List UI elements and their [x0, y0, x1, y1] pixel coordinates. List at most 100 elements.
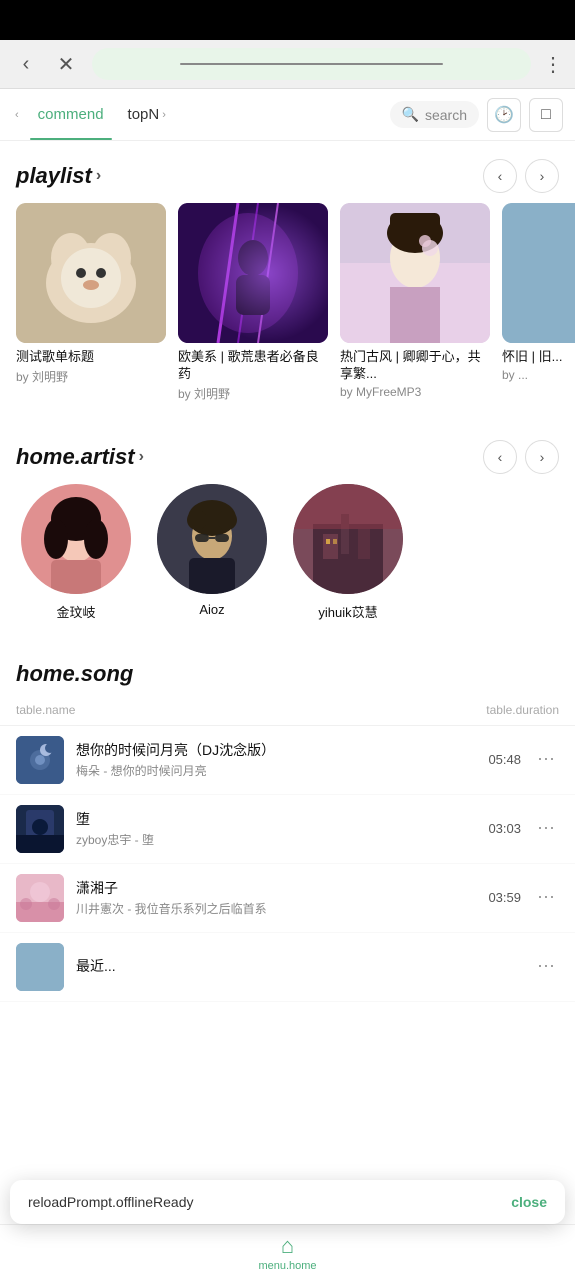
more-button[interactable]: ⋮ [543, 52, 563, 77]
artist-avatar-1 [157, 484, 267, 594]
playlist-info-1: 欧美系 | 歌荒患者必备良药 by 刘明野 [178, 349, 328, 402]
song-more-0[interactable]: ⋯ [533, 745, 559, 774]
tab-chevron-right: › [162, 109, 166, 121]
tab-topn[interactable]: topN › [120, 89, 177, 140]
history-icon: 🕑 [494, 105, 514, 125]
list-item[interactable]: 金玟岐 [16, 484, 136, 621]
playlist-title-1: 欧美系 | 歌荒患者必备良药 [178, 349, 328, 383]
layout-button[interactable]: □ [529, 98, 563, 132]
playlist-thumb-1 [178, 203, 328, 343]
table-header: table.name table.duration [0, 699, 575, 726]
song-thumb-0 [16, 736, 64, 784]
artist-prev-button[interactable]: ‹ [483, 440, 517, 474]
playlist-author-2: by MyFreeMP3 [340, 385, 490, 399]
divider-1 [0, 402, 575, 422]
table-row[interactable]: 潇湘子 川井憲次 - 我位音乐系列之后临首系 03:59 ⋯ [0, 864, 575, 933]
song-info-0: 想你的时候问月亮（DJ沈念版） 梅朵 - 想你的时候问月亮 [76, 740, 476, 779]
list-item[interactable]: Aioz [152, 484, 272, 621]
list-item[interactable]: 欧美系 | 歌荒患者必备良药 by 刘明野 [178, 203, 328, 402]
artist-name-0: 金玟岐 [56, 602, 95, 621]
song-artist-0: 梅朵 - 想你的时候问月亮 [76, 762, 476, 779]
offline-close-button[interactable]: close [511, 1194, 547, 1210]
close-button[interactable]: ✕ [52, 50, 80, 78]
nav-home-label: menu.home [258, 1260, 316, 1272]
playlist-author-1: by 刘明野 [178, 385, 328, 402]
artist-scroll: 金玟岐 Aioz [0, 484, 575, 621]
tab-bar: ‹ commend topN › 🔍 search 🕑 □ [0, 89, 575, 141]
table-row[interactable]: 想你的时候问月亮（DJ沈念版） 梅朵 - 想你的时候问月亮 05:48 ⋯ [0, 726, 575, 795]
song-info-1: 堕 zyboy忠宇 - 堕 [76, 809, 476, 848]
search-box[interactable]: 🔍 search [390, 101, 479, 128]
divider-2 [0, 621, 575, 641]
playlist-info-3: 怀旧 | 旧... by ... [502, 349, 575, 382]
song-more-3[interactable]: ⋯ [533, 952, 559, 981]
offline-toast: reloadPrompt.offlineReady close [10, 1180, 565, 1224]
artist-avatar-0 [21, 484, 131, 594]
back-button[interactable]: ‹ [12, 50, 40, 78]
artist-title[interactable]: home.artist › [16, 444, 144, 470]
playlist-title-3: 怀旧 | 旧... [502, 349, 575, 366]
artist-name-1: Aioz [199, 602, 224, 617]
artist-nav-arrows: ‹ › [483, 440, 559, 474]
layout-icon: □ [541, 106, 551, 124]
playlist-author-3: by ... [502, 368, 575, 382]
song-artist-2: 川井憲次 - 我位音乐系列之后临首系 [76, 900, 476, 917]
browser-chrome: ‹ ✕ ⋮ [0, 40, 575, 89]
url-line [180, 63, 443, 65]
offline-toast-text: reloadPrompt.offlineReady [28, 1194, 194, 1210]
home-icon: ⌂ [281, 1233, 294, 1259]
song-more-2[interactable]: ⋯ [533, 883, 559, 912]
playlist-title-0: 测试歌单标题 [16, 349, 166, 366]
song-artist-1: zyboy忠宇 - 堕 [76, 831, 476, 848]
bottom-nav: ⌂ menu.home [0, 1224, 575, 1280]
playlist-scroll: 测试歌单标题 by 刘明野 欧美系 | 歌荒患者必备良药 by [0, 203, 575, 402]
history-button[interactable]: 🕑 [487, 98, 521, 132]
song-section: home.song table.name table.duration 想你的时… [0, 641, 575, 1002]
list-item[interactable]: 热门古风 | 卿卿于心，共享繁... by MyFreeMP3 [340, 203, 490, 402]
artist-next-button[interactable]: › [525, 440, 559, 474]
search-icon: 🔍 [402, 106, 419, 123]
artist-arrow: › [139, 448, 144, 466]
main-content: playlist › ‹ › [0, 141, 575, 1082]
playlist-section-header: playlist › ‹ › [0, 141, 575, 203]
playlist-title[interactable]: playlist › [16, 163, 101, 189]
list-item[interactable]: 测试歌单标题 by 刘明野 [16, 203, 166, 402]
playlist-arrow: › [96, 167, 101, 185]
playlist-info-0: 测试歌单标题 by 刘明野 [16, 349, 166, 385]
playlist-next-button[interactable]: › [525, 159, 559, 193]
song-title-0: 想你的时候问月亮（DJ沈念版） [76, 740, 476, 760]
list-item[interactable]: yihuik苡慧 [288, 484, 408, 621]
table-duration-header: table.duration [486, 703, 559, 717]
table-row[interactable]: 堕 zyboy忠宇 - 堕 03:03 ⋯ [0, 795, 575, 864]
playlist-thumb-2 [340, 203, 490, 343]
table-row[interactable]: 最近... ⋯ [0, 933, 575, 1002]
tab-chevron-left: ‹ [15, 109, 19, 121]
status-bar [0, 0, 575, 40]
song-thumb-2 [16, 874, 64, 922]
playlist-thumb-0 [16, 203, 166, 343]
song-title-3: 最近... [76, 956, 509, 976]
song-duration-1: 03:03 [488, 821, 521, 836]
song-duration-2: 03:59 [488, 890, 521, 905]
song-title-1: 堕 [76, 809, 476, 829]
song-thumb-1 [16, 805, 64, 853]
playlist-prev-button[interactable]: ‹ [483, 159, 517, 193]
song-more-1[interactable]: ⋯ [533, 814, 559, 843]
playlist-thumb-3 [502, 203, 575, 343]
song-info-2: 潇湘子 川井憲次 - 我位音乐系列之后临首系 [76, 878, 476, 917]
nav-home[interactable]: ⌂ menu.home [258, 1233, 316, 1272]
playlist-info-2: 热门古风 | 卿卿于心，共享繁... by MyFreeMP3 [340, 349, 490, 399]
song-title-2: 潇湘子 [76, 878, 476, 898]
url-bar[interactable] [92, 48, 531, 80]
song-duration-0: 05:48 [488, 752, 521, 767]
song-section-title: home.song [0, 661, 575, 699]
artist-avatar-2 [293, 484, 403, 594]
tab-commend[interactable]: commend [30, 89, 112, 140]
artist-section-header: home.artist › ‹ › [0, 422, 575, 484]
artist-name-2: yihuik苡慧 [318, 602, 377, 621]
song-thumb-3 [16, 943, 64, 991]
playlist-author-0: by 刘明野 [16, 368, 166, 385]
table-name-header: table.name [16, 703, 75, 717]
list-item[interactable]: 怀旧 | 旧... by ... [502, 203, 575, 402]
song-info-3: 最近... [76, 956, 509, 978]
